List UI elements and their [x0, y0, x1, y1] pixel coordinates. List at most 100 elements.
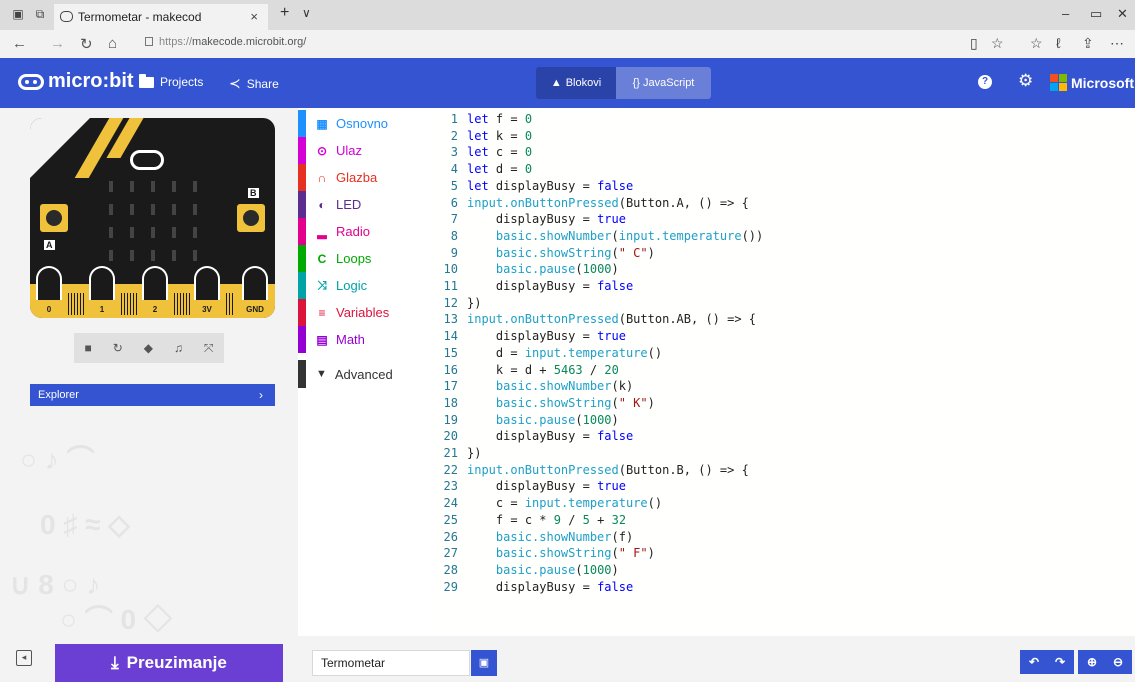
browser-tab[interactable]: Termometar - makecod × [54, 4, 268, 30]
blocks-toggle-button[interactable]: ▲ Blokovi [536, 67, 616, 99]
category-led[interactable]: ◐ LED [298, 191, 432, 218]
code-line[interactable]: 2 let k = 0 [432, 128, 1135, 145]
code-line[interactable]: 29 displayBusy = false [432, 579, 1135, 596]
more-icon[interactable]: ⋯ [1110, 35, 1124, 52]
pin-3v[interactable] [194, 266, 220, 300]
code-line[interactable]: 22 input.onButtonPressed(Button.B, () => … [432, 462, 1135, 479]
code-line[interactable]: 14 displayBusy = true [432, 328, 1135, 345]
code-editor[interactable]: 1 let f = 0 2 let k = 0 3 let c = 0 4 let d = 0… [432, 108, 1135, 636]
share-button[interactable]: ≺ Share [229, 75, 279, 92]
pin-2[interactable] [142, 266, 168, 300]
undo-button[interactable]: ↶ [1020, 650, 1048, 674]
category-ulaz[interactable]: ⊙ Ulaz [298, 137, 432, 164]
led[interactable] [172, 227, 176, 238]
download-button[interactable]: ⤓ Preuzimanje [55, 644, 283, 682]
restore-icon[interactable]: ▭ [1090, 6, 1102, 22]
fullscreen-icon[interactable]: ⤧ [204, 341, 214, 356]
led[interactable] [109, 181, 113, 192]
led[interactable] [172, 204, 176, 215]
save-button[interactable]: ▣ [471, 650, 497, 676]
microbit-logo[interactable]: micro:bit [18, 70, 134, 93]
led[interactable] [151, 181, 155, 192]
led[interactable] [109, 204, 113, 215]
button-a[interactable] [40, 204, 68, 232]
code-line[interactable]: 16 k = d + 5463 / 20 [432, 362, 1135, 379]
collapse-simulator-button[interactable]: ◂ [16, 650, 32, 666]
led[interactable] [130, 204, 134, 215]
category-variables[interactable]: ≡ Variables [298, 299, 432, 326]
led[interactable] [172, 181, 176, 192]
category-glazba[interactable]: ∩ Glazba [298, 164, 432, 191]
code-line[interactable]: 1 let f = 0 [432, 111, 1135, 128]
category-advanced[interactable]: ▼ Advanced [298, 360, 432, 388]
tab-close-icon[interactable]: × [250, 4, 258, 30]
favorite-star-icon[interactable]: ☆ [991, 35, 1004, 52]
code-line[interactable]: 20 displayBusy = false [432, 428, 1135, 445]
javascript-toggle-button[interactable]: {} JavaScript [616, 67, 711, 99]
led[interactable] [151, 250, 155, 261]
code-line[interactable]: 18 basic.showString(" K") [432, 395, 1135, 412]
code-line[interactable]: 11 displayBusy = false [432, 278, 1135, 295]
microbit-board[interactable]: A B 0 1 2 3V GND [30, 118, 275, 318]
code-line[interactable]: 26 basic.showNumber(f) [432, 529, 1135, 546]
minimize-icon[interactable]: – [1062, 6, 1069, 21]
led[interactable] [130, 227, 134, 238]
pin-gnd[interactable] [242, 266, 268, 300]
code-line[interactable]: 3 let c = 0 [432, 144, 1135, 161]
led[interactable] [193, 227, 197, 238]
code-line[interactable]: 10 basic.pause(1000) [432, 261, 1135, 278]
code-line[interactable]: 28 basic.pause(1000) [432, 562, 1135, 579]
led[interactable] [193, 204, 197, 215]
code-line[interactable]: 13 input.onButtonPressed(Button.AB, () =>… [432, 311, 1135, 328]
led[interactable] [151, 227, 155, 238]
code-line[interactable]: 17 basic.showNumber(k) [432, 378, 1135, 395]
help-icon[interactable]: ? [978, 75, 992, 89]
led[interactable] [109, 227, 113, 238]
url-field[interactable]: https://makecode.microbit.org/ [145, 36, 306, 48]
category-loops[interactable]: C Loops [298, 245, 432, 272]
home-icon[interactable]: ⌂ [108, 35, 117, 52]
led[interactable] [130, 250, 134, 261]
category-logic[interactable]: ⤨ Logic [298, 272, 432, 299]
code-line[interactable]: 6 input.onButtonPressed(Button.A, () => { [432, 195, 1135, 212]
stop-icon[interactable]: ■ [84, 341, 91, 355]
code-line[interactable]: 25 f = c * 9 / 5 + 32 [432, 512, 1135, 529]
refresh-icon[interactable]: ↻ [80, 35, 93, 53]
led[interactable] [130, 181, 134, 192]
category-math[interactable]: ▤ Math [298, 326, 432, 353]
button-b[interactable] [237, 204, 265, 232]
favorites-hub-icon[interactable]: ☆ [1030, 35, 1043, 52]
project-name-input[interactable]: Termometar [312, 650, 470, 676]
led[interactable] [151, 204, 155, 215]
explorer-button[interactable]: Explorer › [30, 384, 275, 406]
code-line[interactable]: 27 basic.showString(" F") [432, 545, 1135, 562]
share-icon[interactable]: ⇪ [1082, 35, 1094, 52]
redo-button[interactable]: ↷ [1046, 650, 1074, 674]
led[interactable] [172, 250, 176, 261]
code-line[interactable]: 8 basic.showNumber(input.temperature()) [432, 228, 1135, 245]
forward-icon[interactable]: → [50, 35, 65, 52]
code-line[interactable]: 4 let d = 0 [432, 161, 1135, 178]
back-icon[interactable]: ← [12, 35, 27, 52]
code-line[interactable]: 12}) [432, 295, 1135, 312]
microsoft-logo[interactable]: Microsoft [1050, 74, 1134, 91]
zoom-out-button[interactable]: ⊖ [1104, 650, 1132, 674]
code-line[interactable]: 19 basic.pause(1000) [432, 412, 1135, 429]
reading-view-icon[interactable]: ▯ [970, 35, 978, 52]
code-line[interactable]: 21}) [432, 445, 1135, 462]
slow-motion-icon[interactable]: ◆ [144, 341, 153, 355]
gear-icon[interactable]: ⚙ [1018, 71, 1033, 91]
led[interactable] [109, 250, 113, 261]
close-window-icon[interactable]: ✕ [1117, 6, 1128, 22]
code-line[interactable]: 15 d = input.temperature() [432, 345, 1135, 362]
led[interactable] [193, 250, 197, 261]
pen-icon[interactable]: ℓ [1056, 35, 1061, 51]
category-radio[interactable]: ▂ Radio [298, 218, 432, 245]
category-osnovno[interactable]: ▦ Osnovno [298, 110, 432, 137]
set-aside-icon[interactable]: ⧉ [32, 6, 48, 22]
code-line[interactable]: 5 let displayBusy = false [432, 178, 1135, 195]
new-tab-button[interactable]: + [280, 4, 289, 22]
tab-list-chevron-icon[interactable]: ∨ [302, 6, 311, 20]
code-line[interactable]: 7 displayBusy = true [432, 211, 1135, 228]
projects-button[interactable]: Projects [139, 73, 203, 89]
